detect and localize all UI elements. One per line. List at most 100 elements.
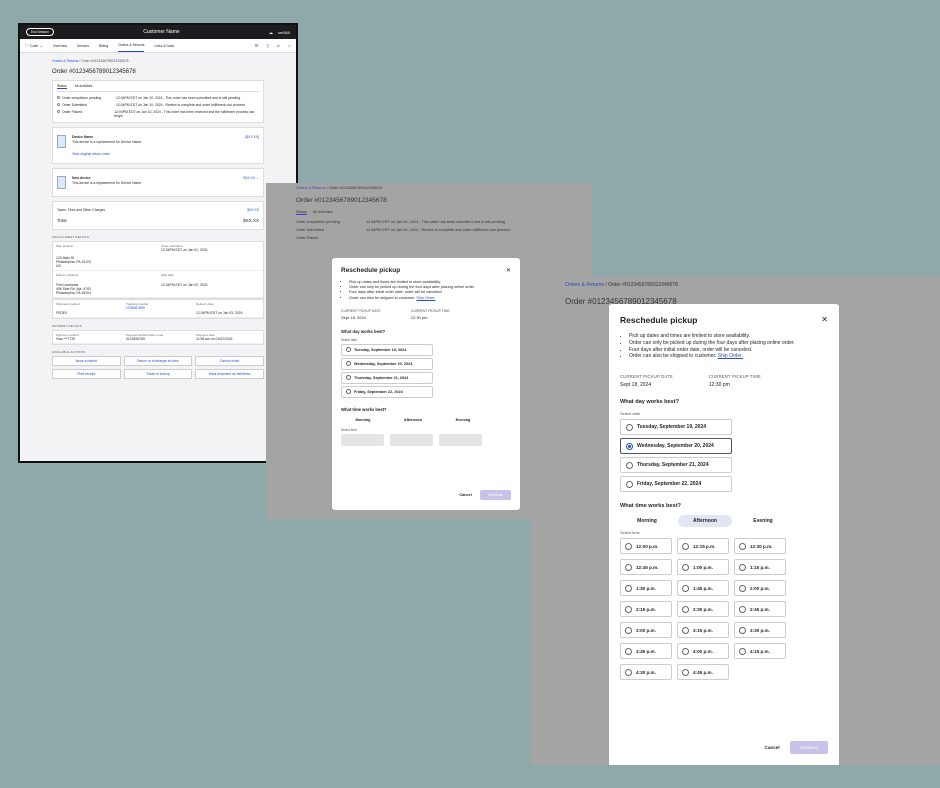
cloud-icon: ☁ bbox=[268, 29, 273, 35]
time-option[interactable]: 4:45 p.m. bbox=[677, 664, 729, 681]
print-receipt-button[interactable]: Print receipt bbox=[52, 369, 121, 379]
radio-icon bbox=[739, 605, 746, 613]
breadcrumb: Orders & Returns / Order #01234567890123… bbox=[565, 282, 678, 288]
radio-icon bbox=[682, 668, 689, 676]
breadcrumb: Orders & Returns / Order #01234567890123… bbox=[296, 186, 382, 190]
date-option[interactable]: Friday, September 22, 2024 bbox=[620, 476, 732, 493]
cancel-button[interactable]: Cancel bbox=[459, 493, 471, 497]
payment-table: Payment method Visa ***7739 Payment autho… bbox=[52, 330, 264, 345]
customer-name: Customer Name bbox=[143, 29, 180, 35]
ship-order-link[interactable]: Ship Order. bbox=[416, 296, 435, 300]
link-icon[interactable]: ⌀ bbox=[277, 43, 280, 49]
issue-refund-button[interactable]: Issue a refund bbox=[52, 356, 121, 366]
tab-billing[interactable]: Billing bbox=[99, 40, 108, 52]
slot-evening[interactable]: Evening bbox=[441, 418, 485, 422]
time-option[interactable]: 4:15 p.m. bbox=[734, 643, 786, 660]
time-option[interactable]: 1:45 p.m. bbox=[677, 580, 729, 597]
breadcrumb-link[interactable]: Orders & Returns bbox=[52, 59, 78, 63]
bell-icon[interactable]: ♫ bbox=[288, 43, 291, 49]
date-option[interactable]: Tuesday, September 19, 2024 bbox=[620, 419, 732, 436]
close-icon[interactable]: ✕ bbox=[506, 267, 511, 274]
time-option[interactable]: 2:15 p.m. bbox=[620, 601, 672, 618]
radio-icon bbox=[682, 584, 689, 592]
time-option[interactable]: 3:30 p.m. bbox=[734, 622, 786, 639]
time-option[interactable]: 1:30 p.m. bbox=[620, 580, 672, 597]
time-option[interactable]: 3:00 p.m. bbox=[620, 622, 672, 639]
page-title: Order #0123456789012345678 bbox=[296, 197, 387, 204]
ship-order-link[interactable]: Ship Order. bbox=[718, 353, 743, 359]
return-exchange-button[interactable]: Return or exchange an item bbox=[123, 356, 193, 366]
settings-icon[interactable]: ⚙ bbox=[254, 43, 258, 49]
cancel-button[interactable]: Cancel bbox=[765, 745, 780, 750]
time-option[interactable]: 2:30 p.m. bbox=[677, 601, 729, 618]
slot-afternoon[interactable]: Afternoon bbox=[678, 515, 732, 528]
time-placeholder bbox=[390, 433, 433, 446]
status-card: Status All activities Order completion p… bbox=[52, 80, 264, 123]
totals-card: Taxes, Fees and Other Charges $XX.XX Tota… bbox=[52, 201, 264, 230]
tab-status[interactable]: Status bbox=[296, 210, 307, 215]
slot-afternoon[interactable]: Afternoon bbox=[391, 418, 435, 422]
time-option[interactable]: 3:15 p.m. bbox=[677, 622, 729, 639]
time-option[interactable]: 2:00 p.m. bbox=[734, 580, 786, 597]
status-row: Order Submitted 12:04PM EDT on Jan 10, 20… bbox=[57, 101, 259, 108]
tab-devices[interactable]: Devices bbox=[77, 40, 89, 52]
mark-delivered-button[interactable]: Mark shipment as delivered bbox=[195, 369, 264, 379]
slot-evening[interactable]: Evening bbox=[736, 515, 790, 527]
date-option-selected[interactable]: Wednesday, September 20, 2024 bbox=[620, 438, 732, 455]
time-option[interactable]: 12:45 p.m. bbox=[620, 559, 672, 576]
time-option[interactable]: 12:30 p.m. bbox=[734, 538, 786, 555]
time-option[interactable]: 1:15 p.m. bbox=[734, 559, 786, 576]
tracking-link[interactable]: 1234567890 bbox=[126, 306, 190, 310]
radio-icon bbox=[682, 605, 689, 613]
breadcrumb-link[interactable]: Orders & Returns bbox=[565, 282, 604, 288]
continue-button[interactable]: Continue bbox=[789, 741, 828, 754]
slot-morning[interactable]: Morning bbox=[341, 418, 385, 422]
breadcrumb: Orders & Returns / Order #01234567890123… bbox=[52, 59, 129, 63]
date-option[interactable]: Friday, September 22, 2024 bbox=[341, 385, 433, 398]
tab-all-activities[interactable]: All activities bbox=[75, 84, 93, 89]
cancel-order-button[interactable]: Cancel order bbox=[195, 356, 264, 366]
radio-icon bbox=[739, 542, 746, 550]
device-card: Device Name This device is a replacement… bbox=[52, 127, 264, 164]
date-option[interactable]: Tuesday, September 19, 2024 bbox=[341, 343, 433, 356]
actions-grid: Issue a refund Return or exchange an ite… bbox=[52, 356, 264, 379]
reschedule-modal: Reschedule pickup✕ Pick up dates and tim… bbox=[609, 304, 839, 765]
tab-orders-returns[interactable]: Orders & Returns bbox=[118, 39, 145, 52]
breadcrumb-link[interactable]: Orders & Returns bbox=[296, 186, 326, 190]
end-session-button[interactable]: End Session bbox=[26, 28, 54, 36]
trade-in-button[interactable]: Trade-in lookup bbox=[123, 369, 193, 379]
tab-links-data[interactable]: Links & Data bbox=[154, 40, 173, 52]
time-option[interactable]: 4:00 p.m. bbox=[677, 643, 729, 660]
time-option[interactable]: 1:00 p.m. bbox=[677, 559, 729, 576]
continue-button[interactable]: Continue bbox=[479, 490, 511, 500]
date-option[interactable]: Thursday, September 21, 2024 bbox=[620, 457, 732, 474]
radio-icon bbox=[625, 584, 632, 592]
device-price-toggle[interactable]: $XX.XX ⌄ bbox=[243, 176, 259, 189]
device-image bbox=[57, 176, 66, 189]
tab-status[interactable]: Status bbox=[57, 84, 67, 89]
slot-morning[interactable]: Morning bbox=[620, 515, 674, 527]
view-original-link[interactable]: View original return order bbox=[72, 152, 141, 156]
radio-icon bbox=[682, 647, 689, 655]
care-dropdown[interactable]: ♡ Care ⌄ bbox=[25, 43, 43, 48]
tab-all-activities[interactable]: All activities bbox=[313, 210, 333, 215]
shipment-table: Shipment method FEDEX Tracking number 1234… bbox=[52, 299, 264, 319]
radio-icon bbox=[682, 563, 689, 571]
time-option[interactable]: 12:00 p.m. bbox=[620, 538, 672, 555]
reschedule-screen-selected: Orders & Returns / Order #01234567890123… bbox=[531, 277, 940, 765]
radio-icon bbox=[739, 584, 746, 592]
date-option[interactable]: Thursday, September 21, 2024 bbox=[341, 371, 433, 384]
close-icon[interactable]: ✕ bbox=[821, 315, 828, 325]
device-card: New device This device is a replacement … bbox=[52, 168, 264, 197]
time-option[interactable]: 4:30 p.m. bbox=[620, 664, 672, 681]
phone-icon[interactable]: ▯ bbox=[266, 43, 268, 49]
time-option[interactable]: 3:45 p.m. bbox=[620, 643, 672, 660]
tab-overview[interactable]: Overview bbox=[53, 40, 67, 52]
date-option[interactable]: Wednesday, September 20, 2024 bbox=[341, 357, 433, 370]
radio-icon bbox=[682, 542, 689, 550]
radio-icon bbox=[625, 605, 632, 613]
time-option[interactable]: 2:45 p.m. bbox=[734, 601, 786, 618]
time-option[interactable]: 12:15 p.m. bbox=[677, 538, 729, 555]
fulfillment-table: Ship location 123 Main St Philadelphia, PA… bbox=[52, 241, 264, 299]
top-bar: End Session Customer Name ☁ xm360 bbox=[20, 25, 296, 39]
